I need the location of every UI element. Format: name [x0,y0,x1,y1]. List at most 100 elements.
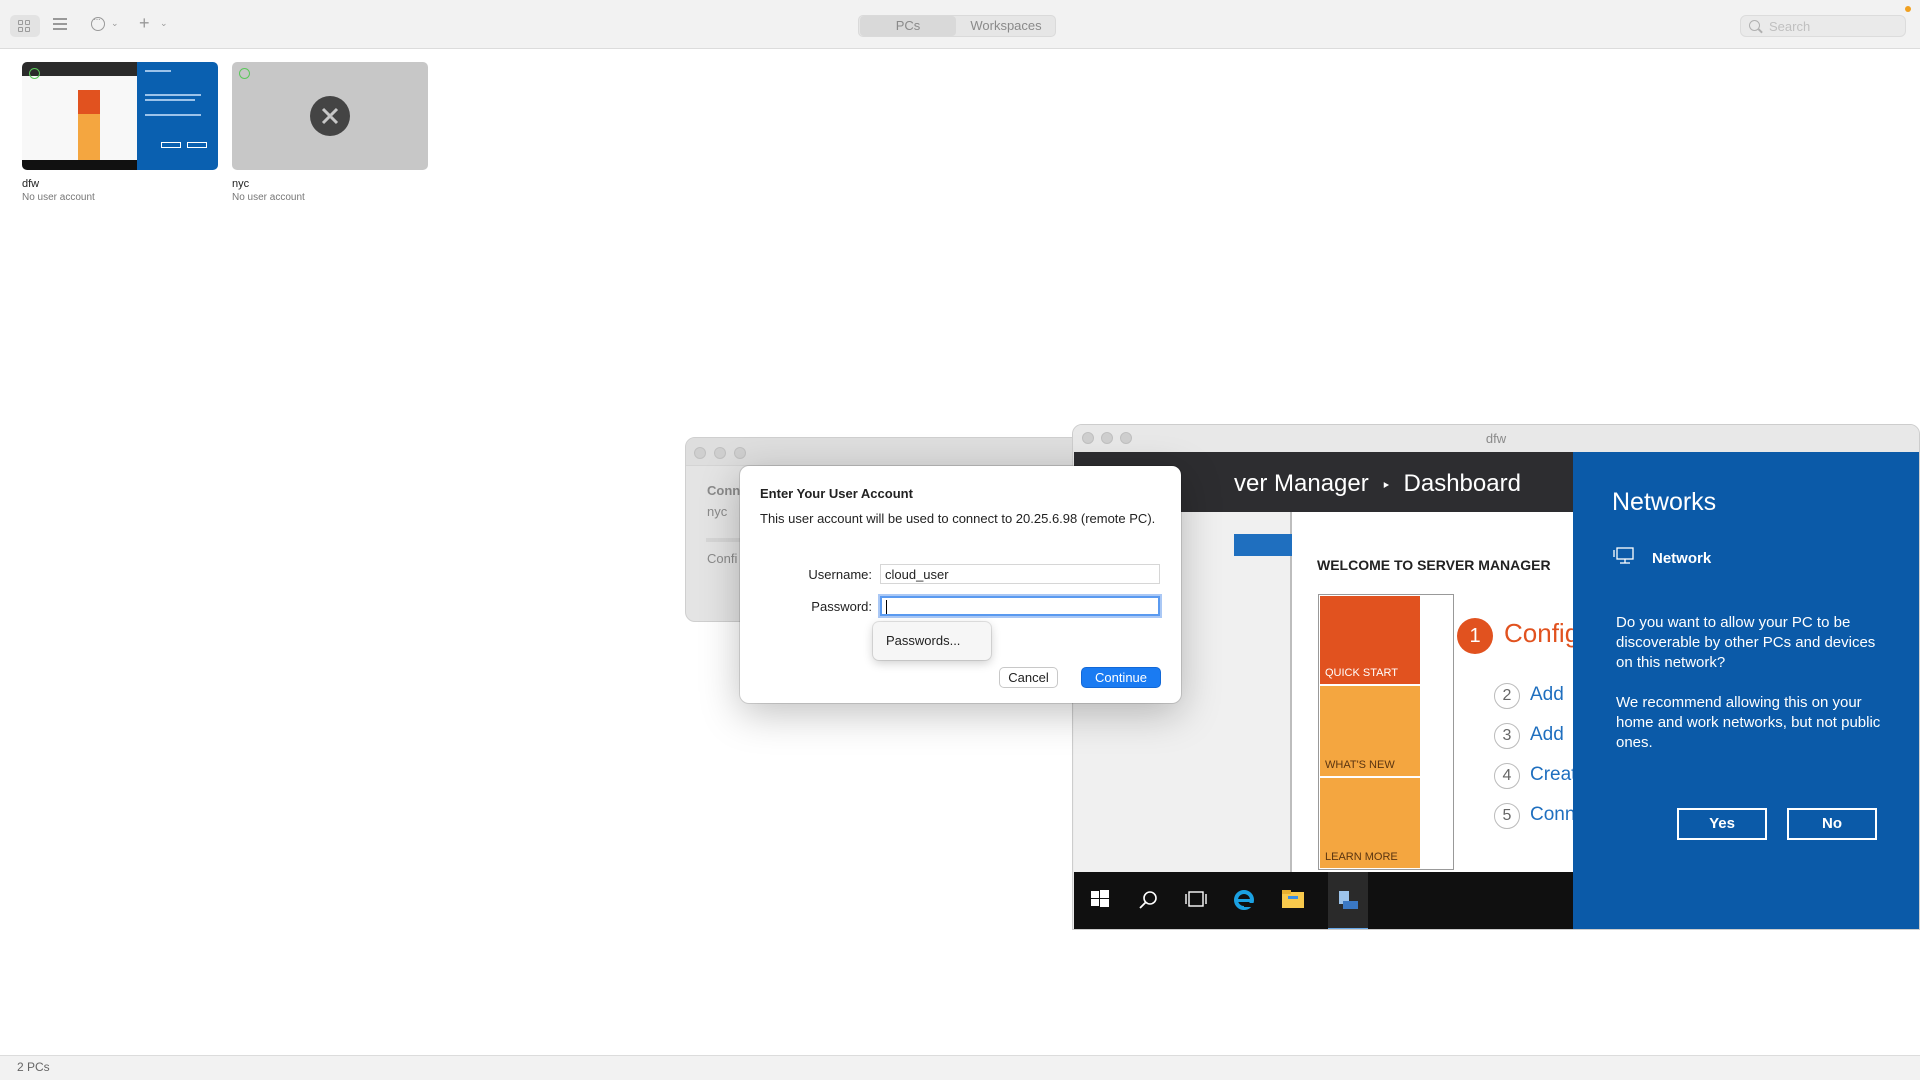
step-4-link[interactable]: 4 Creat [1494,763,1576,789]
window-title: dfw [1485,431,1507,446]
thumbnail-line [145,99,195,101]
step-text: Add [1530,684,1564,705]
yes-button[interactable]: Yes [1677,808,1767,840]
search-input[interactable]: Search [1740,15,1906,37]
remote-desktop-window: dfw ver Manager ‣ Dashboard WELCOME TO S… [1072,424,1920,930]
list-line [50,17,67,21]
status-bar: 2 PCs [0,1055,1920,1080]
more-options-icon[interactable] [91,14,105,31]
minimize-window-button[interactable] [714,447,726,459]
search-icon[interactable] [1138,890,1158,910]
connecting-title: Conn [707,483,741,498]
task-view-icon[interactable] [1185,890,1207,908]
thumbnail-networks-panel [137,62,218,170]
pc-count: 2 PCs [17,1060,50,1074]
chevron-down-icon[interactable]: ⌄ [160,18,168,29]
server-manager-icon [1339,891,1358,909]
view-segmented-control: PCs Workspaces [858,15,1056,37]
connecting-status: Confi [707,551,738,566]
passwords-autofill-menu: Passwords... [873,622,991,660]
thumbnail-taskbar [22,160,137,170]
step-text: Conn [1530,804,1576,825]
breadcrumb-separator: ‣ [1381,478,1391,495]
pc-account: No user account [22,192,95,203]
step-number: 3 [1494,723,1520,749]
thumbnail-line [145,70,171,72]
list-line [50,22,67,26]
main-toolbar: ⌄ + ⌄ PCs Workspaces Search [0,0,1920,49]
networks-panel: Networks Network Do you want to allow yo… [1573,452,1919,929]
window-titlebar: dfw [1073,425,1919,452]
thumbnail-button [161,142,181,148]
pc-thumbnail[interactable] [232,62,428,170]
search-placeholder: Search [1769,19,1811,34]
step-1-badge: 1 [1457,618,1493,654]
step-5-link[interactable]: 5 Conn [1494,803,1575,829]
notification-dot [1905,6,1911,12]
step-number: 2 [1494,683,1520,709]
password-field[interactable] [880,596,1160,616]
discoverable-question: Do you want to allow your PC to be disco… [1616,614,1876,671]
active-app-indicator[interactable] [1328,872,1368,929]
pc-thumbnail[interactable] [22,62,218,170]
zoom-window-button[interactable] [734,447,746,459]
step-1-link[interactable]: Config [1504,618,1579,649]
grid-view-button[interactable] [10,15,40,37]
grid-cell [18,20,23,25]
step-number: 4 [1494,763,1520,789]
pc-tile-nyc[interactable]: nyc No user account [232,62,428,203]
pc-account: No user account [232,192,305,203]
close-window-button[interactable] [694,447,706,459]
step-text: Creat [1530,764,1577,785]
cancel-button[interactable]: Cancel [999,667,1058,688]
step-3-link[interactable]: 3 Add [1494,723,1564,749]
pc-name: dfw [22,178,40,190]
network-name: Network [1652,550,1712,567]
continue-button[interactable]: Continue [1081,667,1161,688]
tile-learn-more[interactable]: LEARN MORE [1320,778,1420,868]
text-caret [886,600,887,614]
sidebar-selected-item[interactable] [1234,534,1292,556]
no-button[interactable]: No [1787,808,1877,840]
pc-tile-dfw[interactable]: dfw No user account [22,62,218,203]
internet-explorer-icon[interactable] [1232,887,1256,911]
list-line [50,27,67,31]
welcome-heading: WELCOME TO SERVER MANAGER [1317,557,1551,573]
grid-cell [25,27,30,32]
username-field[interactable]: cloud_user [880,564,1160,584]
dialog-message: This user account will be used to connec… [760,511,1156,526]
dialog-title: Enter Your User Account [760,486,913,501]
tab-pcs[interactable]: PCs [860,16,956,36]
network-monitor-icon [1613,547,1634,564]
username-label: Username: [808,567,872,582]
tile-quick-start[interactable]: QUICK START [1320,596,1420,684]
discoverable-recommendation: We recommend allowing this on your home … [1616,694,1881,751]
file-explorer-icon[interactable] [1282,890,1304,908]
passwords-menu-item[interactable]: Passwords... [886,633,978,648]
chevron-down-icon[interactable]: ⌄ [111,18,119,29]
step-2-link[interactable]: 2 Add [1494,683,1564,709]
add-button[interactable]: + [139,13,150,34]
thumbnail-line [145,114,201,116]
list-view-button[interactable] [50,17,67,31]
networks-title: Networks [1612,488,1717,516]
quick-start-tiles: QUICK START WHAT'S NEW LEARN MORE [1318,594,1454,870]
password-label: Password: [811,599,872,614]
tab-workspaces[interactable]: Workspaces [957,16,1055,36]
connecting-host: nyc [707,504,728,519]
server-manager-page: Dashboard [1403,470,1521,497]
remote-desktop-area[interactable]: ver Manager ‣ Dashboard WELCOME TO SERVE… [1074,452,1919,929]
server-manager-name: ver Manager [1234,470,1369,497]
connection-status-icon [239,68,250,79]
grid-cell [25,20,30,25]
remote-desktop-icon [310,96,350,136]
grid-cell [18,27,23,32]
thumbnail-button [187,142,207,148]
step-text: Add [1530,724,1564,745]
thumbnail-server-manager [22,62,137,170]
search-icon [1749,20,1760,31]
connection-status-icon [29,68,40,79]
tile-whats-new[interactable]: WHAT'S NEW [1320,686,1420,776]
thumbnail-line [145,94,201,96]
windows-start-icon[interactable] [1091,890,1109,908]
